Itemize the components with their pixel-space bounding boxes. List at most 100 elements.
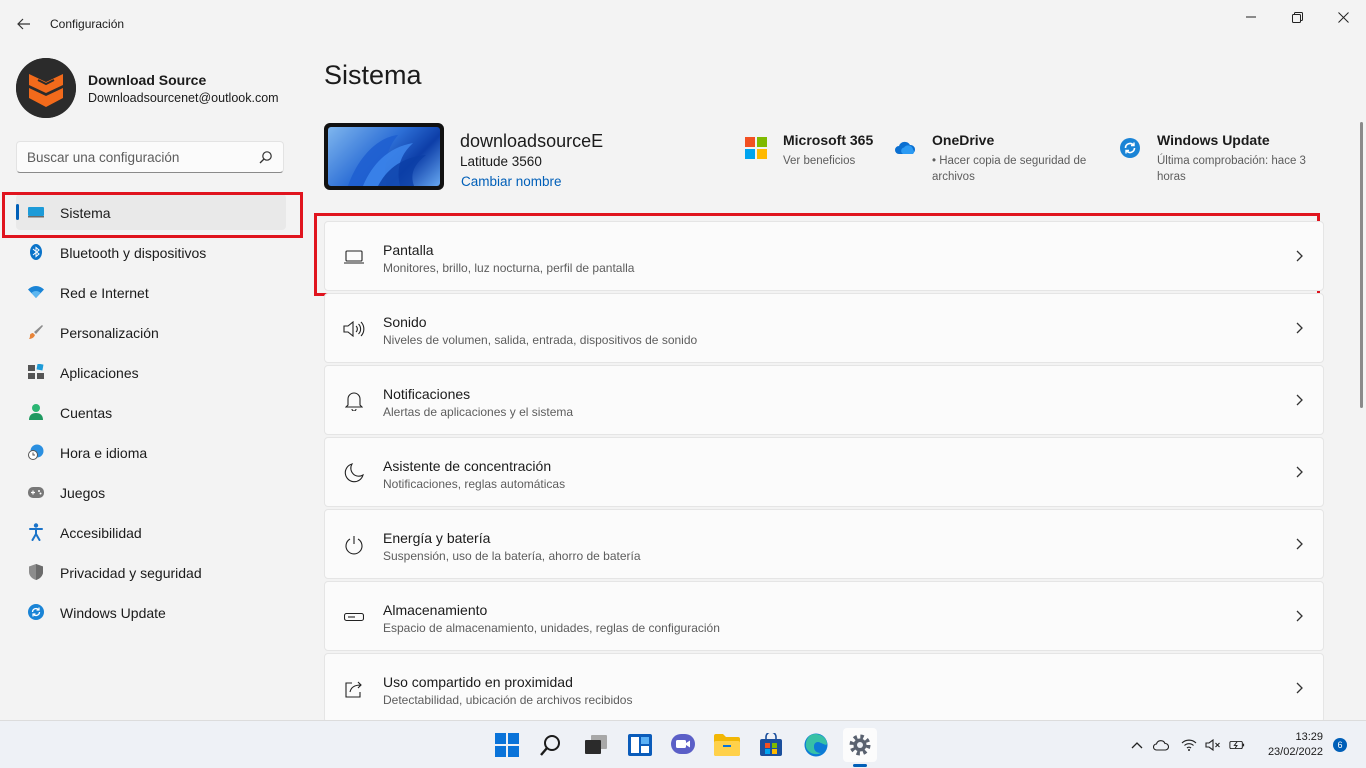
sidebar-item-personalizacion[interactable]: Personalización (16, 314, 286, 350)
setting-card-concentracion[interactable]: Asistente de concentración Notificacione… (324, 437, 1324, 507)
device-name: downloadsourceE (460, 131, 604, 151)
setting-card-pantalla[interactable]: Pantalla Monitores, brillo, luz nocturna… (324, 221, 1324, 291)
search-box[interactable] (16, 141, 284, 173)
battery-charging-icon[interactable] (1229, 737, 1245, 753)
sidebar-item-label: Bluetooth y dispositivos (60, 245, 207, 261)
info-title: Windows Update (1157, 132, 1270, 148)
setting-card-almacenamiento[interactable]: Almacenamiento Espacio de almacenamiento… (324, 581, 1324, 651)
chevron-right-icon (1296, 394, 1303, 406)
setting-card-notificaciones[interactable]: Notificaciones Alertas de aplicaciones y… (324, 365, 1324, 435)
wifi-tray-icon[interactable] (1181, 737, 1197, 753)
display-icon (343, 246, 365, 268)
microsoft-logo-icon (745, 137, 767, 159)
bluetooth-icon (28, 244, 44, 260)
card-subtitle: Suspensión, uso de la batería, ahorro de… (383, 549, 641, 563)
setting-card-sonido[interactable]: Sonido Niveles de volumen, salida, entra… (324, 293, 1324, 363)
teams-chat-icon[interactable] (666, 728, 700, 762)
sidebar-item-label: Privacidad y seguridad (60, 565, 202, 581)
chevron-up-icon[interactable] (1129, 737, 1145, 753)
card-title: Asistente de concentración (383, 458, 552, 474)
speaker-icon (343, 318, 365, 340)
page-title: Sistema (324, 60, 422, 90)
profile-email: Downloadsourcenet@outlook.com (88, 91, 279, 105)
user-profile[interactable]: Download Source Downloadsourcenet@outloo… (16, 56, 306, 118)
task-view-icon[interactable] (580, 728, 614, 762)
sidebar-item-label: Aplicaciones (60, 365, 139, 381)
selection-indicator (16, 204, 19, 220)
card-title: Almacenamiento (383, 602, 488, 618)
sidebar-item-accesibilidad[interactable]: Accesibilidad (16, 514, 286, 550)
widgets-icon[interactable] (623, 728, 657, 762)
sidebar-item-cuentas[interactable]: Cuentas (16, 394, 286, 430)
store-icon[interactable] (754, 728, 788, 762)
back-button[interactable] (10, 10, 38, 38)
power-icon (343, 534, 365, 556)
search-input[interactable] (27, 148, 252, 166)
scrollbar[interactable] (1360, 122, 1363, 408)
chevron-right-icon (1296, 322, 1303, 334)
info-subtitle: Última comprobación: hace 3 horas (1157, 155, 1306, 183)
card-subtitle: Niveles de volumen, salida, entrada, dis… (383, 333, 698, 347)
card-title: Sonido (383, 314, 427, 330)
info-subtitle: • Hacer copia de seguridad de archivos (932, 155, 1087, 183)
settings-gear-icon[interactable] (843, 728, 877, 762)
brush-icon (28, 324, 44, 340)
info-subtitle: Ver beneficios (783, 155, 856, 167)
system-icon (28, 204, 44, 220)
bell-icon (343, 390, 365, 412)
taskbar-search-icon[interactable] (534, 728, 568, 762)
settings-list: Pantalla Monitores, brillo, luz nocturna… (324, 221, 1324, 725)
card-subtitle: Detectabilidad, ubicación de archivos re… (383, 693, 633, 707)
close-icon (1337, 11, 1349, 23)
chevron-right-icon (1296, 250, 1303, 262)
sidebar-item-juegos[interactable]: Juegos (16, 474, 286, 510)
card-subtitle: Monitores, brillo, luz nocturna, perfil … (383, 261, 635, 275)
arrow-left-icon (17, 18, 30, 30)
notification-badge[interactable]: 6 (1333, 738, 1347, 752)
info-title: OneDrive (932, 132, 995, 148)
share-icon (343, 678, 365, 700)
wifi-icon (28, 284, 44, 300)
sidebar-item-privacidad[interactable]: Privacidad y seguridad (16, 554, 286, 590)
setting-card-uso-compartido[interactable]: Uso compartido en proximidad Detectabili… (324, 653, 1324, 723)
setting-card-energia[interactable]: Energía y batería Suspensión, uso de la … (324, 509, 1324, 579)
person-icon (28, 404, 44, 420)
sidebar-item-red[interactable]: Red e Internet (16, 274, 286, 310)
card-title: Notificaciones (383, 386, 471, 402)
sidebar-item-aplicaciones[interactable]: Aplicaciones (16, 354, 286, 390)
apps-icon (28, 364, 44, 380)
system-clock[interactable]: 13:29 23/02/2022 (1255, 730, 1323, 760)
sidebar-nav: Sistema Bluetooth y dispositivos Red e I… (16, 194, 286, 634)
clock-globe-icon (28, 444, 44, 460)
sidebar-item-bluetooth[interactable]: Bluetooth y dispositivos (16, 234, 286, 270)
profile-name: Download Source (88, 72, 207, 88)
onedrive-tray-icon[interactable] (1153, 737, 1169, 753)
window-title: Configuración (50, 17, 125, 31)
sidebar-item-label: Hora e idioma (60, 445, 148, 461)
sidebar-item-label: Cuentas (60, 405, 113, 421)
sidebar-item-sistema[interactable]: Sistema (16, 194, 286, 230)
chevron-right-icon (1296, 538, 1303, 550)
sidebar-item-label: Windows Update (60, 605, 166, 621)
windows-update-icon (1120, 138, 1140, 158)
minimize-icon (1246, 16, 1256, 18)
volume-muted-icon[interactable] (1205, 737, 1221, 753)
active-app-indicator (853, 764, 867, 767)
chevron-right-icon (1296, 466, 1303, 478)
rename-link[interactable]: Cambiar nombre (461, 174, 562, 189)
clock-time: 13:29 (1295, 731, 1323, 743)
windows-start-icon[interactable] (490, 728, 524, 762)
sidebar-item-hora[interactable]: Hora e idioma (16, 434, 286, 470)
device-info: downloadsourceE Latitude 3560 Cambiar no… (324, 123, 724, 193)
minimize-button[interactable] (1228, 4, 1274, 30)
avatar (16, 58, 76, 118)
sidebar-item-windows-update[interactable]: Windows Update (16, 594, 286, 630)
maximize-button[interactable] (1274, 4, 1320, 30)
taskbar: 13:29 23/02/2022 6 (0, 720, 1366, 768)
card-subtitle: Espacio de almacenamiento, unidades, reg… (383, 621, 720, 635)
close-button[interactable] (1320, 4, 1366, 30)
edge-icon[interactable] (799, 728, 833, 762)
windows-bloom-wallpaper-icon (348, 135, 426, 186)
file-explorer-icon[interactable] (710, 728, 744, 762)
card-subtitle: Notificaciones, reglas automáticas (383, 477, 566, 491)
